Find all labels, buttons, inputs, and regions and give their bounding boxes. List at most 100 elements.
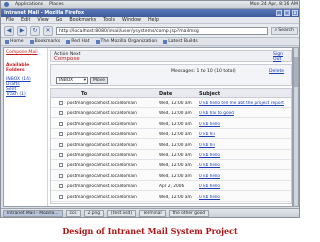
task-image[interactable]: 2.png <box>83 210 105 217</box>
mozilla-icon <box>95 39 100 44</box>
bookmark-redhat[interactable]: Red Hat <box>66 39 90 44</box>
compose-mail-link[interactable]: Compose Mail <box>6 50 45 55</box>
task-terminal[interactable]: Terminal <box>139 210 166 217</box>
row-checkbox[interactable] <box>59 111 63 116</box>
table-row[interactable]: postman@localhost.localdomain Wed, 12:00 … <box>51 120 291 129</box>
reload-icon[interactable]: ↻ <box>30 25 40 36</box>
back-icon[interactable]: ◀ <box>4 25 14 36</box>
row-checkbox[interactable] <box>59 173 63 178</box>
bookmark-icon <box>29 39 34 44</box>
table-row[interactable]: postman@localhost.localdomain Wed, 12:00 … <box>51 172 291 181</box>
table-row[interactable]: postman@localhost.localdomain Wed, 12:00 … <box>51 141 291 150</box>
bookmark-mozilla[interactable]: The Mozilla Organization <box>95 39 157 44</box>
menu-go[interactable]: Go <box>56 18 63 23</box>
url-bar[interactable]: http://localhost:8080/imail/user/ysystem… <box>56 26 268 35</box>
minimize-button[interactable]: _ <box>276 10 282 16</box>
bookmark-bookmarks[interactable]: Bookmarks <box>29 39 60 44</box>
scrollbar-thumb[interactable] <box>294 57 298 87</box>
column-subject: Subject <box>199 91 221 97</box>
row-date: Wed, 12:00 am <box>159 173 192 179</box>
menu-window[interactable]: Window <box>122 18 141 23</box>
row-date: Wed, 12:00 am <box>159 121 192 127</box>
search-button[interactable]: ⌕ Search <box>270 26 298 35</box>
row-subject-link[interactable]: 0 kb hello <box>199 153 291 158</box>
folder-trash[interactable]: Trash (1) <box>6 92 45 97</box>
row-subject-link[interactable]: 0 kb hello <box>199 195 291 200</box>
menu-bookmarks[interactable]: Bookmarks <box>69 18 96 23</box>
column-date: Date <box>159 91 173 97</box>
move-button[interactable]: Move <box>90 77 108 84</box>
message-table: To Date Subject postman@localhost.locald… <box>50 88 292 204</box>
delete-link[interactable]: Delete <box>269 69 284 74</box>
row-date: Wed, 12:00 am <box>159 163 192 169</box>
message-controls: Messages: 1 to 10 (10 total) Delete INBO… <box>50 64 292 86</box>
row-subject-link[interactable]: 0 kb hello <box>199 163 291 168</box>
applications-menu[interactable]: Applications <box>15 2 43 7</box>
folder-select[interactable]: INBOX ▾ <box>56 77 88 84</box>
row-to: postman@localhost.localdomain <box>67 173 137 179</box>
compose-link[interactable]: Compose <box>54 56 80 62</box>
task-vsd[interactable]: [test.vsd] <box>107 210 137 217</box>
table-row[interactable]: postman@localhost.localdomain Wed, 12:00 … <box>51 161 291 171</box>
gnome-foot-icon[interactable] <box>4 2 9 7</box>
row-checkbox[interactable] <box>59 184 63 189</box>
signout-link[interactable]: Sign Out <box>273 52 291 62</box>
row-subject-link[interactable]: 0 kb hii <box>199 143 291 148</box>
table-row[interactable]: postman@localhost.localdomain Wed, 12:00 … <box>51 130 291 140</box>
figure-caption: Design of Intranet Mail System Project <box>62 226 238 236</box>
row-subject-link[interactable]: 0 kb hii <box>199 132 291 137</box>
row-subject-link[interactable]: 0 kb hello tell me abt the project repor… <box>199 101 291 106</box>
row-checkbox[interactable] <box>59 153 63 157</box>
row-checkbox[interactable] <box>59 163 63 168</box>
window-titlebar: Intranet Mail - Mozilla Firefox _ □ x <box>1 9 299 17</box>
search-label: Search <box>278 28 294 33</box>
action-row: Action Next Compose Sign Out <box>50 50 292 62</box>
close-button[interactable]: x <box>292 10 298 16</box>
row-to: postman@localhost.localdomain <box>67 142 137 148</box>
build-icon <box>163 39 168 44</box>
table-row[interactable]: postman@localhost.localdomain Wed, 12:00 … <box>51 99 291 108</box>
row-to: postman@localhost.localdomain <box>67 132 137 138</box>
row-subject-link[interactable]: 0 kb hello <box>199 122 291 127</box>
row-subject-link[interactable]: 0 kb hai to good <box>199 111 291 116</box>
row-to: postman@localhost.localdomain <box>67 194 137 200</box>
row-subject-link[interactable]: 0 kb hello <box>199 174 291 179</box>
menu-tools[interactable]: Tools <box>103 18 115 23</box>
row-date: Wed, 12:00 am <box>159 101 192 106</box>
table-row[interactable]: postman@localhost.localdomain Apr 2, 2006… <box>51 182 291 192</box>
row-checkbox[interactable] <box>59 194 63 199</box>
row-subject-link[interactable]: 0 kb hello <box>199 184 291 189</box>
mail-main: Action Next Compose Sign Out Messages: 1… <box>50 50 292 206</box>
places-menu[interactable]: Places <box>49 2 64 7</box>
row-date: Apr 2, 2006 <box>159 184 185 190</box>
row-checkbox[interactable] <box>59 142 63 147</box>
navigation-toolbar: ◀ ▶ ↻ ✕ http://localhost:8080/imail/user… <box>1 24 299 38</box>
bookmark-home[interactable]: Home <box>5 39 24 44</box>
row-checkbox[interactable] <box>59 101 63 105</box>
menu-view[interactable]: View <box>37 18 48 23</box>
row-checkbox[interactable] <box>59 121 63 126</box>
folder-select-value: INBOX <box>59 78 74 83</box>
table-row[interactable]: postman@localhost.localdomain Wed, 12:00 … <box>51 193 291 202</box>
row-to: postman@localhost.localdomain <box>67 184 137 190</box>
chevron-down-icon: ▾ <box>83 78 86 83</box>
menu-file[interactable]: File <box>6 18 14 23</box>
task-firefox[interactable]: Intranet Mail - Mozilla... <box>3 210 63 217</box>
column-to: To <box>81 91 88 97</box>
row-to: postman@localhost.localdomain <box>67 153 137 158</box>
bookmark-latest-builds[interactable]: Latest Builds <box>163 39 198 44</box>
row-to: postman@localhost.localdomain <box>67 121 137 127</box>
row-checkbox[interactable] <box>59 132 63 137</box>
screenshot-frame: Applications Places Mon 24 Apr, 8:16 AM … <box>0 0 300 218</box>
table-row[interactable]: postman@localhost.localdomain Wed, 12:00 … <box>51 109 291 119</box>
maximize-button[interactable]: □ <box>284 10 290 16</box>
menu-edit[interactable]: Edit <box>21 18 30 23</box>
table-row[interactable]: postman@localhost.localdomain Wed, 12:00 … <box>51 151 291 160</box>
task-other[interactable]: the other good <box>168 210 210 217</box>
menu-help[interactable]: Help <box>148 18 159 23</box>
row-to: postman@localhost.localdomain <box>67 163 137 169</box>
stop-icon[interactable]: ✕ <box>43 25 53 36</box>
task-zcs[interactable]: zcs <box>65 210 81 217</box>
forward-icon[interactable]: ▶ <box>17 25 27 36</box>
row-date: Wed, 12:00 am <box>159 142 192 148</box>
